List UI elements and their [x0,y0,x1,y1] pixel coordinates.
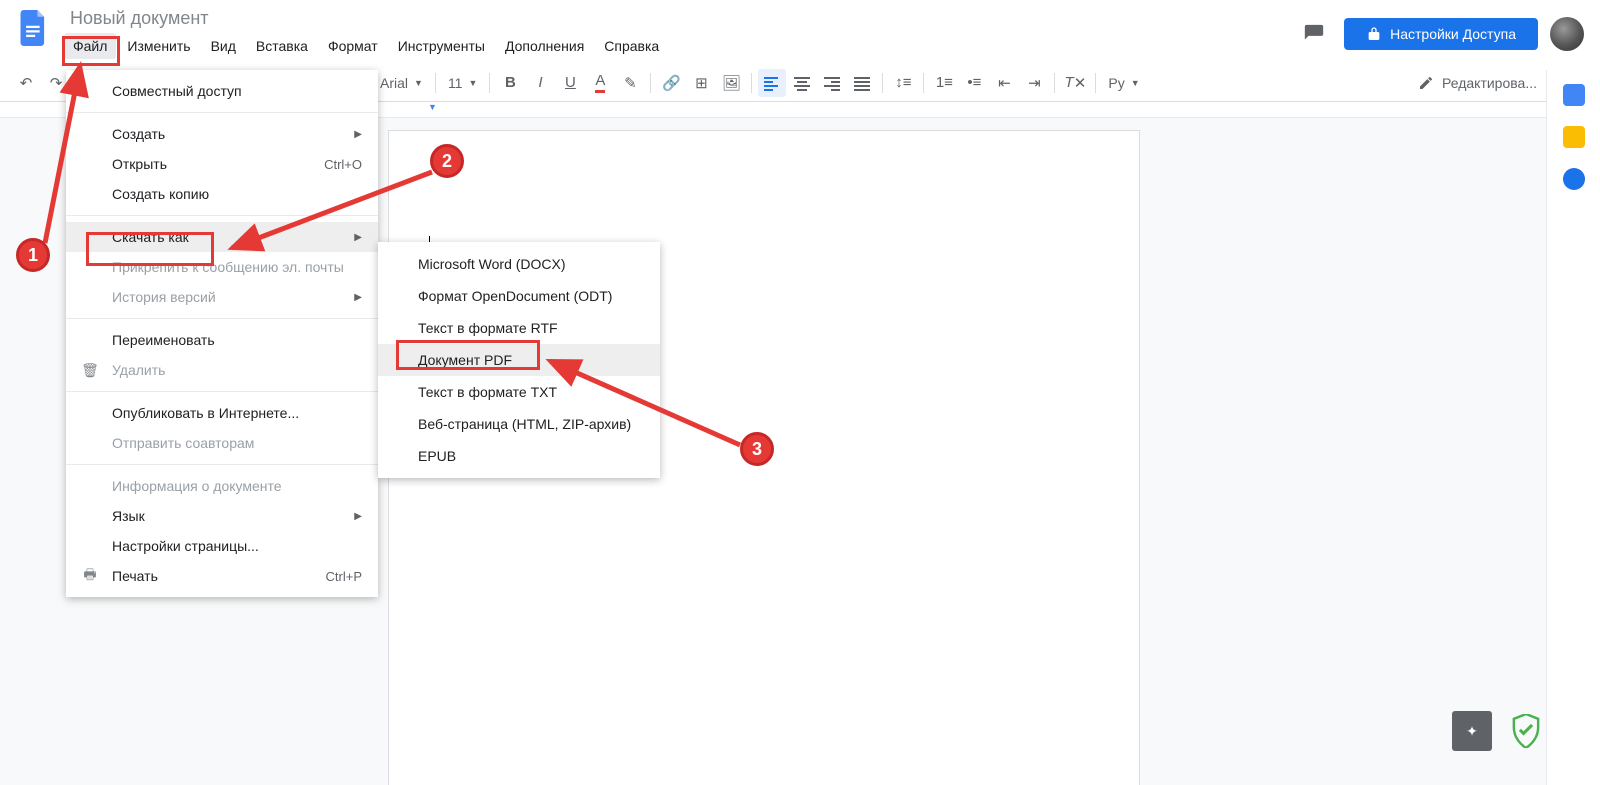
annotation-callout-1: 1 [16,238,50,272]
decrease-indent-button[interactable]: ⇤ [990,69,1018,97]
menu-tools[interactable]: Инструменты [389,33,494,59]
file-print[interactable]: 🖶ПечатьCtrl+P [66,561,378,591]
trash-icon: 🗑 [80,362,100,379]
bold-button[interactable]: B [496,69,524,97]
shield-icon [1508,713,1544,749]
vertical-ruler [16,130,32,785]
file-doc-info: Информация о документе [66,471,378,501]
download-docx[interactable]: Microsoft Word (DOCX) [378,248,660,280]
menubar: Файл Изменить Вид Вставка Формат Инструм… [64,33,1296,59]
italic-button[interactable]: I [526,69,554,97]
calendar-addon-icon[interactable] [1563,84,1585,106]
annotation-callout-2: 2 [430,144,464,178]
file-make-copy[interactable]: Создать копию [66,179,378,209]
file-email-attach: Прикрепить к сообщению эл. почты [66,252,378,282]
editing-mode-selector[interactable]: Редактирова... [1408,75,1547,91]
explore-button[interactable]: ✦ [1452,711,1492,751]
menu-addons[interactable]: Дополнения [496,33,593,59]
file-download-as[interactable]: Скачать как▶ [66,222,378,252]
font-selector[interactable]: Arial▼ [374,75,429,91]
download-rtf[interactable]: Текст в формате RTF [378,312,660,344]
download-pdf[interactable]: Документ PDF [378,344,660,376]
align-center-button[interactable] [788,69,816,97]
align-left-button[interactable] [758,69,786,97]
fontsize-selector[interactable]: 11▼ [442,75,483,91]
title-area: Новый документ Файл Изменить Вид Вставка… [64,6,1296,59]
document-title[interactable]: Новый документ [64,6,1296,31]
undo-button[interactable]: ↶ [12,69,40,97]
file-publish[interactable]: Опубликовать в Интернете... [66,398,378,428]
share-button[interactable]: Настройки Доступа [1344,18,1538,50]
image-button[interactable]: 🖼 [717,69,745,97]
download-html[interactable]: Веб-страница (HTML, ZIP-архив) [378,408,660,440]
bottom-actions: ✦ [1452,711,1544,751]
share-label: Настройки Доступа [1390,26,1516,42]
spelling-selector[interactable]: Ру▼ [1102,75,1145,91]
keep-addon-icon[interactable] [1563,126,1585,148]
menu-edit[interactable]: Изменить [118,33,199,59]
file-open[interactable]: ОткрытьCtrl+O [66,149,378,179]
printer-icon: 🖶 [80,564,100,588]
tasks-addon-icon[interactable] [1563,168,1585,190]
bulleted-list-button[interactable]: •≡ [960,69,988,97]
download-submenu: Microsoft Word (DOCX) Формат OpenDocumen… [378,242,660,478]
file-page-setup[interactable]: Настройки страницы... [66,531,378,561]
highlight-button[interactable]: ✎ [616,69,644,97]
file-delete: 🗑Удалить [66,355,378,385]
pencil-icon [1418,75,1434,91]
avatar[interactable] [1550,17,1584,51]
align-right-button[interactable] [818,69,846,97]
app-header: Новый документ Файл Изменить Вид Вставка… [0,0,1600,64]
link-button[interactable]: 🔗 [657,69,685,97]
file-language[interactable]: Язык▶ [66,501,378,531]
download-txt[interactable]: Текст в формате TXT [378,376,660,408]
side-panel [1546,70,1600,785]
file-share[interactable]: Совместный доступ [66,76,378,106]
menu-insert[interactable]: Вставка [247,33,317,59]
menu-file[interactable]: Файл [64,33,116,59]
annotation-callout-3: 3 [740,432,774,466]
file-new[interactable]: Создать▶ [66,119,378,149]
underline-button[interactable]: U [556,69,584,97]
lock-icon [1366,26,1382,42]
menu-help[interactable]: Справка [595,33,668,59]
comments-button[interactable] [1296,16,1332,52]
file-rename[interactable]: Переименовать [66,325,378,355]
docs-logo[interactable] [16,10,52,46]
increase-indent-button[interactable]: ⇥ [1020,69,1048,97]
align-justify-button[interactable] [848,69,876,97]
menu-format[interactable]: Формат [319,33,387,59]
numbered-list-button[interactable]: 1≡ [930,69,958,97]
add-comment-button[interactable]: ⊞ [687,69,715,97]
line-spacing-button[interactable]: ↕≡ [889,69,917,97]
file-email-collab: Отправить соавторам [66,428,378,458]
menu-view[interactable]: Вид [202,33,245,59]
download-odt[interactable]: Формат OpenDocument (ODT) [378,280,660,312]
download-epub[interactable]: EPUB [378,440,660,472]
text-color-button[interactable]: A [586,69,614,97]
file-menu-dropdown: Совместный доступ Создать▶ ОткрытьCtrl+O… [66,70,378,597]
file-version-history: История версий▶ [66,282,378,312]
header-right: Настройки Доступа [1296,6,1584,52]
clear-format-button[interactable]: T✕ [1061,69,1089,97]
